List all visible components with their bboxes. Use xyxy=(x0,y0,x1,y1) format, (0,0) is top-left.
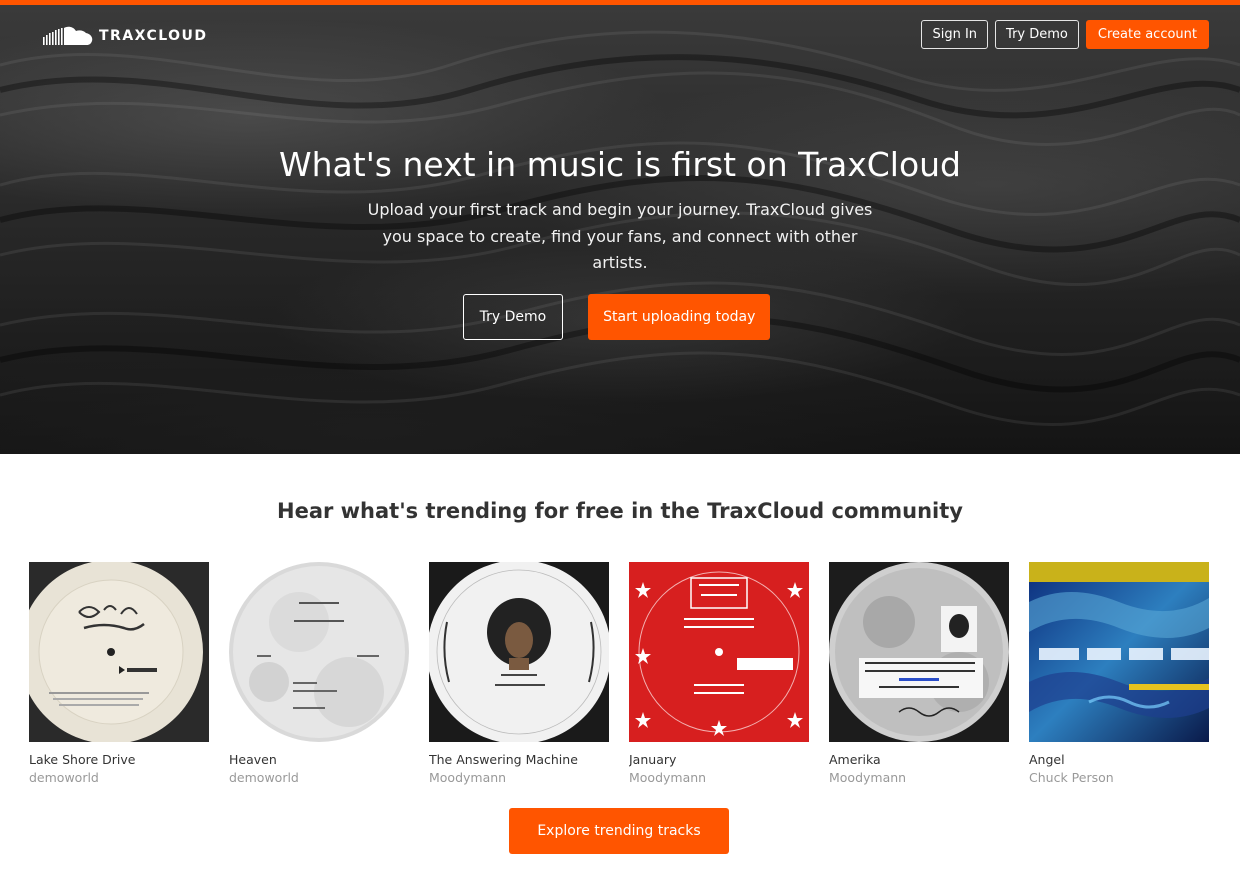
track-artist[interactable]: Chuck Person xyxy=(1029,770,1209,785)
cloud-waveform-icon xyxy=(43,26,93,45)
track-artwork[interactable] xyxy=(229,562,409,742)
track-artist[interactable]: Moodymann xyxy=(629,770,809,785)
hero-subtitle: Upload your first track and begin your j… xyxy=(367,200,873,272)
track-artwork[interactable] xyxy=(829,562,1009,742)
track-artist[interactable]: demoworld xyxy=(229,770,409,785)
track-artist[interactable]: demoworld xyxy=(29,770,209,785)
track-title[interactable]: The Answering Machine xyxy=(429,752,609,767)
track-card[interactable]: Amerika Moodymann xyxy=(829,562,1009,785)
track-artist[interactable]: Moodymann xyxy=(829,770,1009,785)
trending-heading: Hear what's trending for free in the Tra… xyxy=(277,499,963,523)
hero-title: What's next in music is first on TraxClo… xyxy=(279,145,961,184)
start-uploading-button[interactable]: Start uploading today xyxy=(588,294,771,340)
track-title[interactable]: Amerika xyxy=(829,752,1009,767)
sign-in-button[interactable]: Sign In xyxy=(921,20,989,49)
top-nav: Sign In Try Demo Create account xyxy=(921,20,1209,49)
track-title[interactable]: Lake Shore Drive xyxy=(29,752,209,767)
brand-name: TRAXCLOUD xyxy=(99,28,208,44)
hero-banner: TRAXCLOUD Sign In Try Demo Create accoun… xyxy=(0,5,1240,454)
track-card[interactable]: The Answering Machine Moodymann xyxy=(429,562,609,785)
hero-actions: Try Demo Start uploading today xyxy=(0,294,1240,340)
track-title[interactable]: Heaven xyxy=(229,752,409,767)
track-title[interactable]: Angel xyxy=(1029,752,1209,767)
track-artwork[interactable] xyxy=(429,562,609,742)
explore-trending-button[interactable]: Explore trending tracks xyxy=(509,808,729,854)
track-artwork[interactable] xyxy=(29,562,209,742)
brand-logo[interactable]: TRAXCLOUD xyxy=(43,25,208,47)
track-artwork[interactable] xyxy=(1029,562,1209,742)
track-card[interactable]: Heaven demoworld xyxy=(229,562,409,785)
create-account-button[interactable]: Create account xyxy=(1085,20,1209,49)
track-artwork[interactable] xyxy=(629,562,809,742)
try-demo-hero-button[interactable]: Try Demo xyxy=(462,294,564,340)
track-artist[interactable]: Moodymann xyxy=(429,770,609,785)
trending-track-list: Lake Shore Drive demoworld Heaven demowo… xyxy=(29,562,1209,785)
track-card[interactable]: Angel Chuck Person xyxy=(1029,562,1209,785)
track-title[interactable]: January xyxy=(629,752,809,767)
track-card[interactable]: January Moodymann xyxy=(629,562,809,785)
track-card[interactable]: Lake Shore Drive demoworld xyxy=(29,562,209,785)
try-demo-nav-button[interactable]: Try Demo xyxy=(995,20,1079,49)
